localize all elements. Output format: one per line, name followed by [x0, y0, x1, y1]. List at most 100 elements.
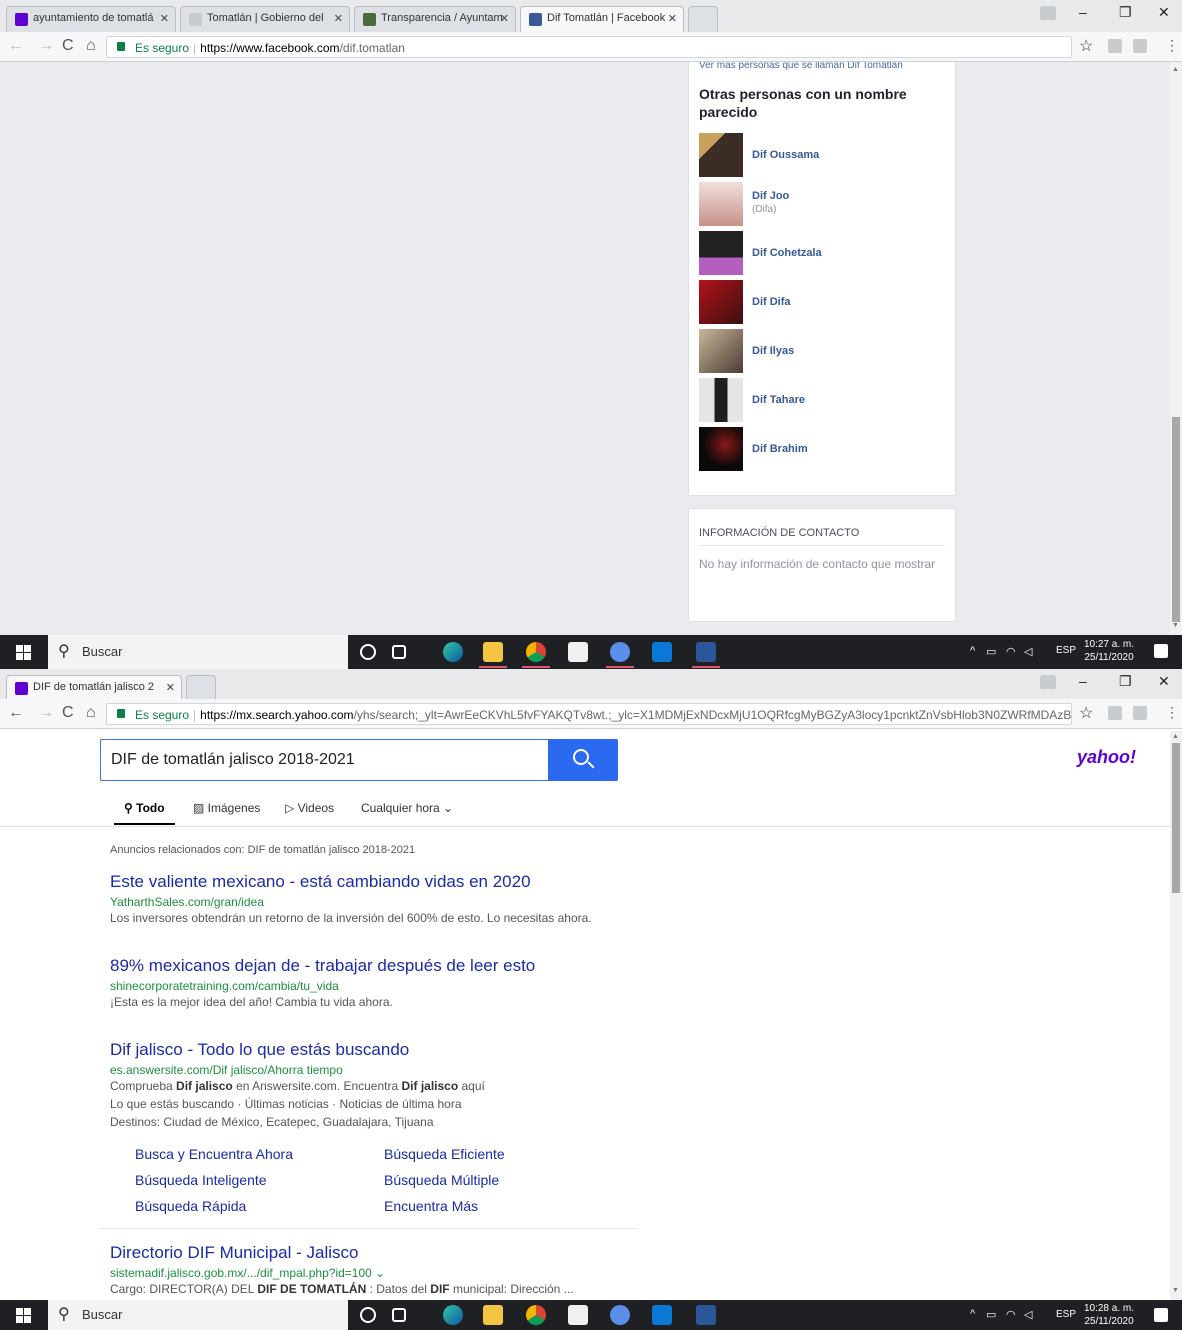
sitelink[interactable]: Búsqueda Múltiple — [384, 1172, 499, 1188]
address-bar[interactable]: Es seguro | https://mx.search.yahoo.com/yh… — [106, 703, 1072, 725]
close-window-icon[interactable]: ✕ — [1158, 4, 1170, 21]
language-indicator[interactable]: ESP — [1056, 1309, 1076, 1320]
person-item[interactable]: Dif Joo (Difa) — [699, 182, 949, 226]
time-filter-dropdown[interactable]: Cualquier hora ⌄ — [361, 801, 453, 815]
person-item[interactable]: Dif Oussama — [699, 133, 949, 177]
chrome-menu-icon[interactable]: ⋮ — [1165, 704, 1179, 721]
mail-icon[interactable] — [652, 642, 672, 662]
forward-icon[interactable]: → — [38, 37, 54, 55]
browser-tab-active[interactable]: DIF de tomatlán jalisco 2 ✕ — [6, 675, 182, 701]
chrome-menu-icon[interactable]: ⋮ — [1165, 37, 1179, 54]
reload-icon[interactable]: C — [62, 704, 74, 722]
profile-icon[interactable] — [1040, 675, 1056, 689]
task-view-icon[interactable] — [392, 1308, 406, 1322]
word-icon[interactable] — [696, 642, 716, 662]
language-indicator[interactable]: ESP — [1056, 645, 1076, 656]
result-url[interactable]: es.answersite.com/Dif jalisco/Ahorra tie… — [110, 1063, 670, 1077]
close-window-icon[interactable]: ✕ — [1158, 673, 1170, 690]
clock[interactable]: 10:27 a. m. 25/11/2020 — [1084, 638, 1134, 664]
windows-start-icon[interactable] — [16, 645, 31, 660]
bookmark-star-icon[interactable]: ☆ — [1079, 703, 1093, 723]
search-input[interactable]: DIF de tomatlán jalisco 2018-2021 — [100, 739, 549, 781]
reload-icon[interactable]: C — [62, 37, 74, 55]
person-item[interactable]: Dif Brahim — [699, 427, 949, 471]
file-explorer-icon[interactable] — [483, 1305, 503, 1325]
tray-chevron-icon[interactable]: ^ — [970, 645, 975, 657]
search-button[interactable] — [548, 739, 618, 781]
browser-tab[interactable]: Transparencia / Ayuntam ✕ — [354, 6, 516, 32]
sitelink[interactable]: Busca y Encuentra Ahora — [135, 1146, 293, 1162]
tab-images[interactable]: ▨ Imágenes — [193, 801, 260, 815]
scroll-down-icon[interactable]: ▼ — [1172, 1287, 1179, 1294]
result-title-link[interactable]: Directorio DIF Municipal - Jalisco — [110, 1243, 670, 1263]
scroll-down-icon[interactable]: ▼ — [1172, 622, 1179, 629]
file-explorer-icon[interactable] — [483, 642, 503, 662]
person-item[interactable]: Dif Ilyas — [699, 329, 949, 373]
scroll-up-icon[interactable]: ▲ — [1172, 66, 1179, 73]
address-bar[interactable]: Es seguro | https://www.facebook.com/dif.t… — [106, 36, 1072, 58]
bookmark-star-icon[interactable]: ☆ — [1079, 36, 1093, 56]
forward-icon[interactable]: → — [38, 704, 54, 722]
taskbar-search[interactable]: ⚲ Buscar — [48, 1300, 348, 1330]
taskbar-search[interactable]: ⚲ Buscar — [48, 635, 348, 669]
chrome-alt-icon[interactable] — [610, 642, 630, 662]
cortana-icon[interactable] — [360, 1307, 376, 1323]
avatar[interactable] — [699, 182, 743, 226]
battery-icon[interactable]: ▭ — [986, 1308, 996, 1321]
extension-icon[interactable] — [1108, 39, 1122, 53]
yahoo-logo[interactable]: yahoo! — [1077, 747, 1136, 768]
extension-icon[interactable] — [1133, 706, 1147, 720]
clock[interactable]: 10:28 a. m. 25/11/2020 — [1084, 1302, 1134, 1328]
volume-icon[interactable]: ◁ — [1024, 1308, 1032, 1321]
mail-icon[interactable] — [652, 1305, 672, 1325]
sitelink[interactable]: Búsqueda Rápida — [135, 1198, 246, 1214]
close-tab-icon[interactable]: ✕ — [500, 12, 509, 25]
volume-icon[interactable]: ◁ — [1024, 645, 1032, 658]
close-tab-icon[interactable]: ✕ — [334, 12, 343, 25]
result-title-link[interactable]: 89% mexicanos dejan de - trabajar despué… — [110, 956, 670, 976]
restore-icon[interactable]: ❐ — [1119, 673, 1132, 690]
extension-icon[interactable] — [1133, 39, 1147, 53]
close-tab-icon[interactable]: ✕ — [160, 12, 169, 25]
see-more-people-link[interactable]: Ver más personas que se llaman Dif Tomat… — [699, 62, 903, 71]
scroll-up-icon[interactable]: ▲ — [1172, 733, 1179, 740]
browser-tab[interactable]: Tomatlán | Gobierno del ✕ — [180, 6, 350, 32]
facebook-scrollbar[interactable]: ▲ ▼ — [1170, 62, 1182, 635]
result-title-link[interactable]: Este valiente mexicano - está cambiando … — [110, 872, 670, 892]
extension-icon[interactable] — [1108, 706, 1122, 720]
avatar[interactable] — [699, 427, 743, 471]
sitelink[interactable]: Encuentra Más — [384, 1198, 478, 1214]
task-view-icon[interactable] — [392, 645, 406, 659]
scrollbar-thumb[interactable] — [1172, 417, 1180, 622]
avatar[interactable] — [699, 133, 743, 177]
wifi-icon[interactable]: ◠ — [1006, 645, 1016, 658]
person-item[interactable]: Dif Difa — [699, 280, 949, 324]
cortana-icon[interactable] — [360, 644, 376, 660]
home-icon[interactable]: ⌂ — [86, 37, 96, 55]
back-icon[interactable]: ← — [8, 704, 24, 722]
avatar[interactable] — [699, 231, 743, 275]
store-icon[interactable] — [568, 642, 588, 662]
tab-all[interactable]: ⚲ Todo — [114, 801, 175, 825]
home-icon[interactable]: ⌂ — [86, 704, 96, 722]
restore-icon[interactable]: ❐ — [1119, 4, 1132, 21]
avatar[interactable] — [699, 280, 743, 324]
yahoo-scrollbar[interactable]: ▲ ▼ — [1170, 731, 1182, 1300]
scrollbar-thumb[interactable] — [1172, 743, 1180, 893]
sitelink[interactable]: Búsqueda Inteligente — [135, 1172, 267, 1188]
close-tab-icon[interactable]: ✕ — [668, 12, 677, 25]
chrome-alt-icon[interactable] — [610, 1305, 630, 1325]
notification-icon[interactable] — [1154, 644, 1168, 658]
back-icon[interactable]: ← — [8, 37, 24, 55]
edge-icon[interactable] — [443, 1305, 463, 1325]
result-url[interactable]: shinecorporatetraining.com/cambia/tu_vid… — [110, 979, 670, 993]
person-item[interactable]: Dif Cohetzala — [699, 231, 949, 275]
battery-icon[interactable]: ▭ — [986, 645, 996, 658]
result-url[interactable]: YatharthSales.com/gran/idea — [110, 895, 670, 909]
close-tab-icon[interactable]: ✕ — [166, 681, 175, 694]
chrome-icon[interactable] — [526, 642, 546, 662]
result-title-link[interactable]: Dif jalisco - Todo lo que estás buscando — [110, 1040, 670, 1060]
new-tab-button[interactable] — [186, 675, 216, 701]
browser-tab[interactable]: ayuntamiento de tomatlá ✕ — [6, 6, 176, 32]
edge-icon[interactable] — [443, 642, 463, 662]
